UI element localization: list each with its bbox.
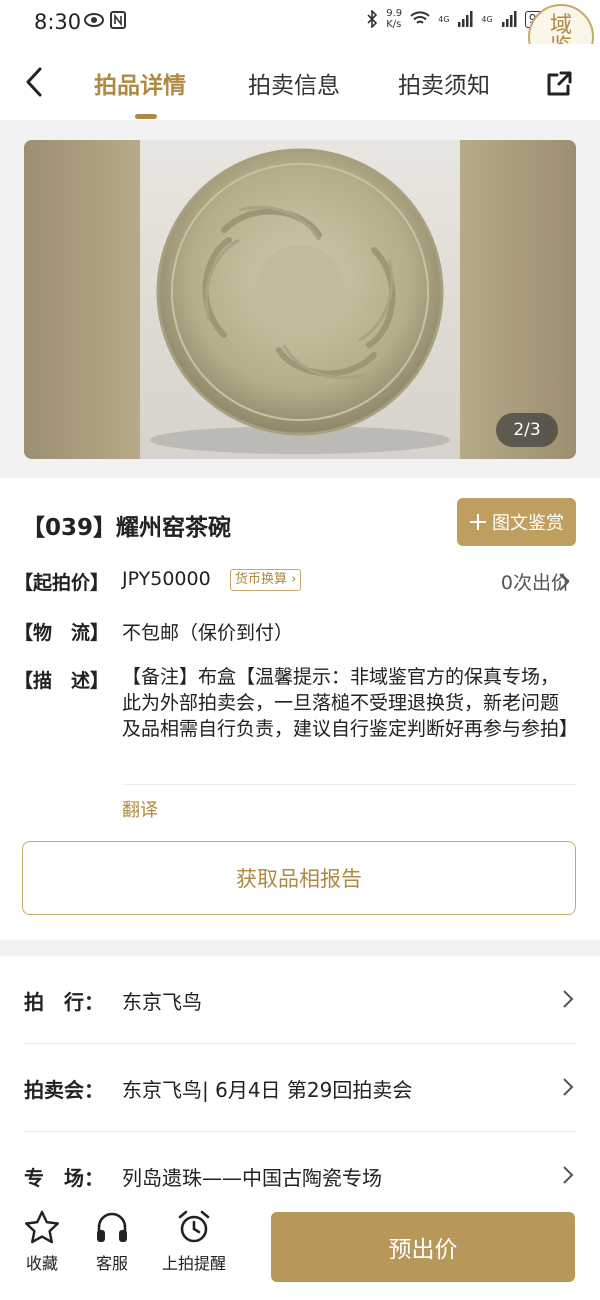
- currency-convert-tag[interactable]: 货币换算 ›: [230, 569, 302, 591]
- clock: 8:30: [34, 10, 82, 34]
- favorite-label: 收藏: [25, 1254, 58, 1273]
- auction-house-row[interactable]: 拍 行： 东京飞鸟: [0, 956, 600, 1044]
- bluetooth-icon: [367, 10, 378, 28]
- condition-report-button[interactable]: 获取品相报告: [22, 841, 576, 915]
- logistics-label: 【物 流】: [14, 622, 110, 644]
- pre-bid-button[interactable]: 预出价: [271, 1212, 575, 1282]
- lot-info-section: 【039】耀州窑茶碗 图文鉴赏 【起拍价】 JPY50000 货币换算 › 0次…: [0, 478, 600, 940]
- chevron-right-icon: [563, 1078, 574, 1096]
- tab-auction-notice[interactable]: 拍卖须知: [398, 66, 490, 100]
- auction-session-label: 拍卖会：: [24, 1078, 104, 1102]
- customer-service-label: 客服: [95, 1254, 128, 1273]
- favorite-button[interactable]: 收藏: [24, 1210, 60, 1274]
- chevron-right-icon: [563, 990, 574, 1008]
- top-nav-bar: 拍品详情 拍卖信息 拍卖须知: [0, 44, 600, 120]
- star-icon: [25, 1210, 59, 1244]
- listing-reminder-button[interactable]: 上拍提醒: [162, 1210, 226, 1274]
- image-counter: 2/3: [496, 413, 558, 447]
- wifi-icon: [410, 11, 430, 24]
- logistics-value: 不包邮（保价到付）: [122, 622, 294, 644]
- active-tab-indicator: [135, 114, 157, 119]
- chevron-right-icon: [563, 1166, 574, 1184]
- headphones-icon: [97, 1212, 127, 1242]
- bottom-action-bar: 收藏 客服 上拍提醒 预出价: [0, 1196, 600, 1300]
- lot-title: 【039】耀州窑茶碗: [22, 515, 232, 541]
- translate-link[interactable]: 翻译: [122, 796, 158, 822]
- net-speed: 9.9 K/s: [386, 8, 403, 30]
- auction-house-value: 东京飞鸟: [122, 990, 202, 1014]
- start-price-label: 【起拍价】: [14, 572, 110, 594]
- auction-session-value: 东京飞鸟| 6月4日 第29回拍卖会: [122, 1078, 413, 1102]
- signal-icon: [458, 11, 473, 27]
- lot-image-gallery[interactable]: 2/3: [24, 140, 576, 459]
- start-price-value: JPY50000: [122, 568, 211, 590]
- back-arrow-icon[interactable]: [22, 66, 48, 98]
- pre-bid-label: 预出价: [388, 1237, 458, 1263]
- network-type-1: 4G: [438, 14, 450, 24]
- tea-bowl-image: [150, 148, 450, 454]
- image-appraisal-button[interactable]: 图文鉴赏: [457, 498, 576, 546]
- tab-lot-details[interactable]: 拍品详情: [94, 66, 186, 100]
- divider: [122, 784, 576, 785]
- condition-report-label: 获取品相报告: [236, 867, 362, 891]
- listing-reminder-label: 上拍提醒: [162, 1254, 227, 1273]
- auction-house-label: 拍 行：: [24, 990, 104, 1014]
- special-session-value: 列岛遗珠——中国古陶瓷专场: [122, 1166, 382, 1190]
- customer-service-button[interactable]: 客服: [94, 1210, 130, 1274]
- signal-icon-2: [501, 11, 517, 27]
- tab-auction-info[interactable]: 拍卖信息: [248, 66, 340, 100]
- status-bar: 8:30 9.9 K/s 4G 4G 92: [0, 0, 600, 44]
- special-session-label: 专 场：: [24, 1166, 104, 1190]
- description-text: 【备注】布盒【温馨提示：非域鉴官方的保真专场，此为外部拍卖会，一旦落槌不受理退换…: [122, 666, 579, 740]
- plus-icon: [470, 514, 486, 530]
- auction-session-row[interactable]: 拍卖会： 东京飞鸟| 6月4日 第29回拍卖会: [0, 1044, 600, 1132]
- currency-convert-label: 货币换算: [235, 572, 288, 587]
- share-icon[interactable]: [545, 70, 573, 98]
- nfc-icon: [110, 11, 126, 29]
- image-appraisal-label: 图文鉴赏: [492, 513, 564, 534]
- chevron-right-icon[interactable]: [558, 572, 570, 592]
- description-label: 【描 述】: [14, 670, 110, 692]
- auction-meta-section: 拍 行： 东京飞鸟 拍卖会： 东京飞鸟| 6月4日 第29回拍卖会 专 场： 列…: [0, 956, 600, 1206]
- eye-icon: [84, 13, 104, 27]
- alarm-clock-icon: [178, 1210, 210, 1243]
- network-type-2: 4G: [481, 14, 493, 24]
